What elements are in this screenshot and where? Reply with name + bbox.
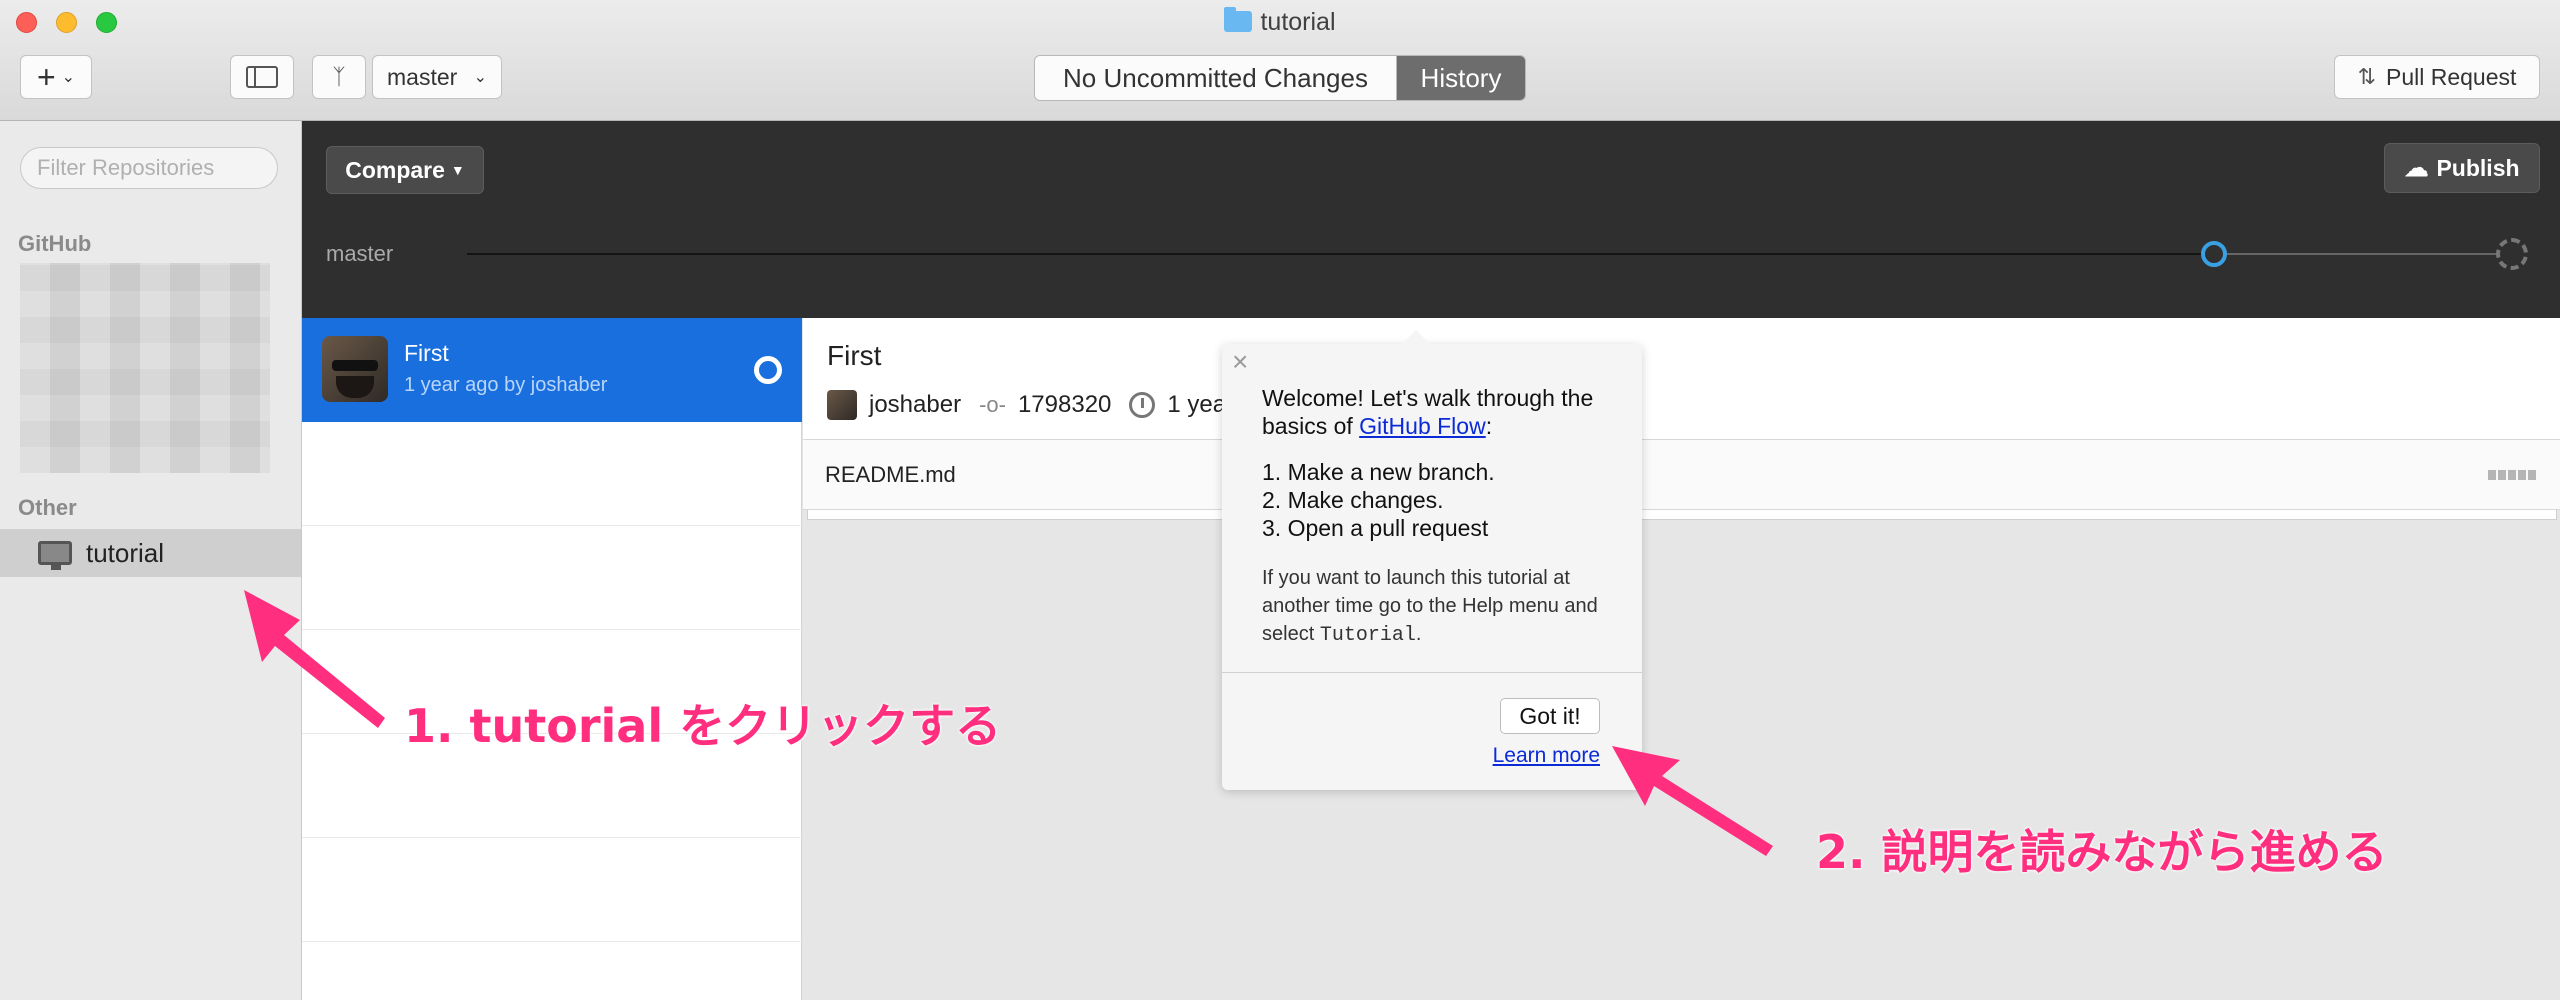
branch-icon-button[interactable]: ᛉ	[312, 55, 366, 99]
list-item	[302, 526, 802, 630]
commit-row[interactable]: First 1 year ago by joshaber	[302, 318, 802, 422]
commit-subtitle: 1 year ago by joshaber	[404, 374, 608, 396]
popover-intro-suffix: :	[1485, 413, 1493, 439]
compare-button[interactable]: Compare ▼	[326, 146, 484, 194]
publish-label: Publish	[2436, 154, 2520, 181]
popover-note-text: If you want to launch this tutorial at a…	[1262, 567, 1598, 645]
commit-detail: First joshaber -o- 1798320 1 yea README.…	[803, 318, 2560, 1000]
sidebar-item-tutorial[interactable]: tutorial	[0, 529, 301, 577]
list-item	[302, 422, 802, 526]
annotation-step1: 1. tutorial をクリックする	[404, 699, 1002, 753]
popover-intro: Welcome! Let's walk through the basics o…	[1262, 384, 1622, 440]
no-uncommitted-changes-tab[interactable]: No Uncommitted Changes	[1035, 56, 1397, 100]
file-row[interactable]: README.md	[803, 440, 2560, 510]
plus-icon: +	[36, 58, 56, 95]
avatar	[322, 336, 388, 402]
filter-repositories-input[interactable]: Filter Repositories	[20, 147, 278, 189]
repo-name: tutorial	[86, 537, 165, 568]
timeline-commit-node[interactable]	[2201, 241, 2227, 267]
folder-icon	[1224, 7, 1253, 32]
github-flow-link[interactable]: GitHub Flow	[1359, 413, 1486, 439]
caret-down-icon: ▼	[450, 162, 465, 178]
list-item	[302, 838, 802, 942]
commit-time: 1 yea	[1167, 391, 1227, 418]
chevron-down-icon: ⌄	[473, 69, 487, 86]
got-it-button[interactable]: Got it!	[1500, 698, 1600, 734]
popover-step: 3. Open a pull request	[1262, 515, 1489, 541]
popover-step: 1. Make a new branch.	[1262, 459, 1495, 485]
learn-more-link[interactable]: Learn more	[1493, 744, 1600, 768]
popover-note-suffix: .	[1415, 623, 1422, 645]
popover-note-code: Tutorial	[1319, 624, 1416, 647]
timeline-line	[467, 253, 2213, 255]
commit-meta: joshaber -o- 1798320 1 yea	[827, 390, 1226, 420]
view-segmented-control: No Uncommitted Changes History	[1034, 55, 1526, 101]
history-tab[interactable]: History	[1397, 56, 1525, 100]
blurred-repository-list	[20, 263, 270, 473]
app-window: tutorial + ⌄ ᛉ master ⌄ No Uncommitted C…	[0, 0, 2560, 1000]
toolbar: tutorial + ⌄ ᛉ master ⌄ No Uncommitted C…	[0, 0, 2560, 121]
diff-content	[807, 510, 2557, 520]
repository-sidebar: Filter Repositories GitHub Other tutoria…	[0, 121, 302, 1000]
clock-icon	[1129, 392, 1156, 418]
branch-select[interactable]: master ⌄	[372, 55, 502, 99]
commit-detail-title: First	[827, 340, 882, 371]
annotation-step2: 2. 説明を読みながら進める	[1816, 825, 2388, 879]
window-title-text: tutorial	[1260, 8, 1336, 36]
toggle-sidebar-button[interactable]	[230, 55, 294, 99]
branch-header: Compare ▼ ☁ Publish master	[302, 121, 2560, 318]
cloud-upload-icon: ☁	[2404, 154, 2429, 182]
pull-request-icon: ⇅	[2357, 64, 2376, 89]
other-section-header: Other	[18, 495, 77, 520]
window-title: tutorial	[0, 7, 2560, 37]
commit-detail-header: First joshaber -o- 1798320 1 yea	[803, 318, 2560, 440]
github-section-header: GitHub	[18, 231, 92, 256]
close-icon[interactable]: ×	[1232, 346, 1248, 378]
chevron-down-icon: ⌄	[61, 69, 76, 86]
diff-stats-icon	[2488, 470, 2536, 480]
compare-label: Compare	[345, 156, 445, 183]
sidebar-icon	[246, 66, 278, 88]
avatar	[827, 390, 857, 420]
commit-title: First	[404, 340, 449, 366]
file-name: README.md	[825, 462, 956, 487]
publish-button[interactable]: ☁ Publish	[2384, 143, 2540, 193]
commit-author: joshaber	[869, 391, 962, 418]
branch-icon: ᛉ	[332, 64, 346, 89]
add-menu-button[interactable]: + ⌄	[20, 55, 92, 99]
timeline-remote-node[interactable]	[2496, 238, 2528, 270]
popover-note: If you want to launch this tutorial at a…	[1262, 564, 1622, 650]
pull-request-button[interactable]: ⇅ Pull Request	[2334, 55, 2540, 99]
popover-steps: 1. Make a new branch. 2. Make changes. 3…	[1262, 458, 1622, 542]
unpublished-ring-icon	[754, 356, 782, 384]
popover-step: 2. Make changes.	[1262, 487, 1444, 513]
timeline-branch-label: master	[326, 241, 394, 266]
commit-sha[interactable]: 1798320	[1018, 391, 1111, 419]
commit-icon: -o-	[979, 392, 1006, 417]
divider	[1222, 672, 1642, 673]
tutorial-popover: × Welcome! Let's walk through the basics…	[1222, 330, 1642, 790]
timeline-line-unpublished	[2213, 253, 2509, 255]
branch-select-label: master	[387, 63, 458, 90]
history-list: First 1 year ago by joshaber	[302, 318, 802, 1000]
monitor-icon	[38, 541, 72, 570]
pull-request-label: Pull Request	[2386, 63, 2517, 90]
